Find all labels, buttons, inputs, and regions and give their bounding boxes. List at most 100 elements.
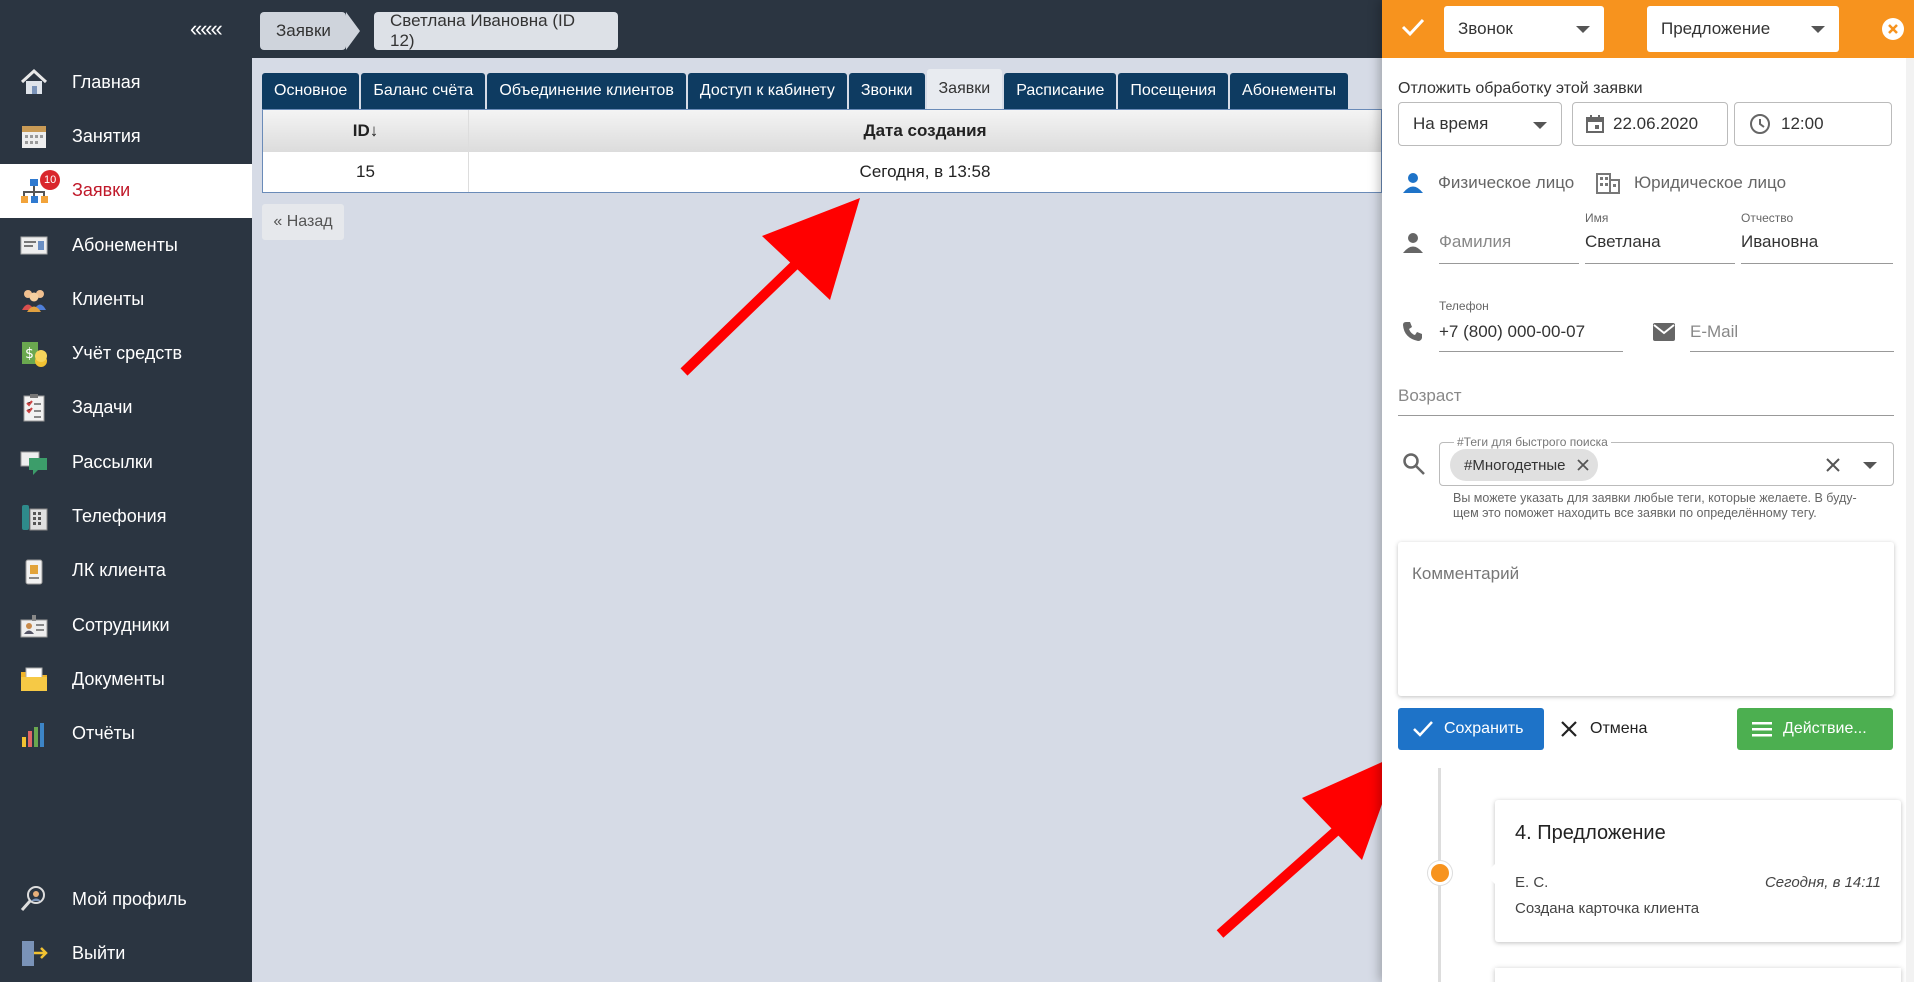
timeline-card bbox=[1495, 968, 1901, 982]
timeline-card-title: 4. Предложение bbox=[1515, 822, 1666, 844]
money-icon: $ bbox=[18, 338, 50, 370]
tab-requests[interactable]: Заявки bbox=[926, 69, 1003, 109]
patronymic-input[interactable]: Ивановна bbox=[1741, 232, 1893, 264]
chevron-down-icon bbox=[1533, 122, 1547, 129]
breadcrumb-requests[interactable]: Заявки bbox=[260, 12, 360, 50]
tab-main[interactable]: Основное bbox=[262, 73, 360, 109]
table-row[interactable]: 15 Сегодня, в 13:58 bbox=[263, 152, 1381, 192]
column-header-created[interactable]: Дата создания bbox=[469, 110, 1381, 152]
name-input[interactable]: Светлана bbox=[1585, 232, 1735, 264]
staff-icon bbox=[18, 609, 50, 641]
sidebar-item-finance[interactable]: $ Учёт средств bbox=[0, 326, 252, 380]
age-placeholder: Возраст bbox=[1398, 386, 1462, 405]
table-header: ID↓ Дата создания bbox=[263, 110, 1381, 152]
comment-textarea[interactable]: Комментарий bbox=[1398, 542, 1894, 696]
sidebar-item-logout[interactable]: Выйти bbox=[0, 926, 252, 980]
tab-cabinet-access[interactable]: Доступ к кабинету bbox=[687, 73, 847, 109]
clear-tags-icon[interactable] bbox=[1825, 457, 1841, 473]
sidebar-item-reports[interactable]: Отчёты bbox=[0, 707, 252, 761]
source-select[interactable]: Звонок bbox=[1444, 6, 1604, 52]
tab-visits[interactable]: Посещения bbox=[1118, 73, 1229, 109]
logout-icon bbox=[18, 937, 50, 969]
action-menu-button[interactable]: Действие... bbox=[1737, 708, 1893, 750]
chevron-down-icon[interactable] bbox=[1863, 462, 1877, 469]
red-arrow-annotation bbox=[680, 198, 860, 376]
email-input[interactable]: E-Mail bbox=[1690, 322, 1894, 352]
phone-icon bbox=[1402, 320, 1424, 347]
sidebar-item-label: Заявки bbox=[72, 180, 131, 201]
sidebar-item-documents[interactable]: Документы bbox=[0, 652, 252, 706]
phone-input[interactable]: +7 (800) 000-00-07 bbox=[1439, 322, 1623, 352]
back-button[interactable]: « Назад bbox=[262, 204, 344, 240]
cell-id: 15 bbox=[263, 152, 469, 192]
remove-tag-icon[interactable] bbox=[1576, 458, 1590, 472]
sidebar-item-tasks[interactable]: Задачи bbox=[0, 381, 252, 435]
sidebar-item-subscriptions[interactable]: Абонементы bbox=[0, 218, 252, 272]
save-button[interactable]: Сохранить bbox=[1398, 708, 1544, 750]
timeline-card-author: Е. С. bbox=[1515, 874, 1549, 891]
red-arrow-annotation bbox=[1216, 754, 1400, 938]
age-input[interactable]: Возраст bbox=[1398, 386, 1894, 416]
tab-schedule[interactable]: Расписание bbox=[1004, 73, 1117, 109]
person-legal-option[interactable]: Юридическое лицо bbox=[1596, 172, 1786, 194]
requests-table: ID↓ Дата создания 15 Сегодня, в 13:58 bbox=[262, 109, 1382, 193]
sidebar-bottom-nav: Мой профиль Выйти bbox=[0, 872, 252, 981]
checklist-icon bbox=[18, 392, 50, 424]
name-value: Светлана bbox=[1585, 232, 1661, 251]
time-field[interactable]: 12:00 bbox=[1734, 102, 1892, 146]
sidebar-item-label: Рассылки bbox=[72, 451, 153, 472]
close-icon bbox=[1560, 720, 1578, 738]
tag-chip[interactable]: #Многодетные bbox=[1450, 449, 1598, 481]
patronymic-value: Ивановна bbox=[1741, 232, 1819, 251]
person-legal-label: Юридическое лицо bbox=[1634, 173, 1787, 192]
sidebar-item-lessons[interactable]: Занятия bbox=[0, 109, 252, 163]
subscription-card-icon bbox=[18, 229, 50, 261]
name-label: Имя bbox=[1585, 211, 1609, 225]
breadcrumb-client: Светлана Ивановна (ID 12) bbox=[374, 11, 618, 50]
panel-scrollbar[interactable] bbox=[1906, 58, 1914, 982]
sidebar-item-clients[interactable]: Клиенты bbox=[0, 272, 252, 326]
tags-input[interactable]: #Теги для быстрого поиска #Многодетные bbox=[1439, 435, 1894, 486]
column-header-id[interactable]: ID↓ bbox=[263, 110, 469, 152]
confirm-check-icon[interactable] bbox=[1400, 14, 1426, 45]
date-field[interactable]: 22.06.2020 bbox=[1572, 102, 1728, 146]
close-icon[interactable] bbox=[1882, 18, 1904, 40]
cell-created: Сегодня, в 13:58 bbox=[859, 162, 991, 181]
timeline-dot bbox=[1428, 861, 1452, 885]
sidebar-item-staff[interactable]: Сотрудники bbox=[0, 598, 252, 652]
sidebar-item-label: Учёт средств bbox=[72, 343, 183, 364]
sidebar-item-mailings[interactable]: Рассылки bbox=[0, 435, 252, 489]
sidebar-item-label: Клиенты bbox=[72, 288, 145, 309]
timeline-card-time: Сегодня, в 14:11 bbox=[1764, 874, 1881, 891]
postpone-mode-select[interactable]: На время bbox=[1398, 102, 1562, 146]
profile-icon bbox=[18, 883, 50, 915]
sidebar-item-label: Занятия bbox=[72, 125, 141, 146]
clock-icon bbox=[1749, 113, 1771, 135]
phone-icon bbox=[18, 501, 50, 533]
sidebar: ««« Главная Занятия 10 Заявки Абонементы bbox=[0, 0, 252, 982]
tags-label: #Теги для быстрого поиска bbox=[1454, 435, 1611, 449]
sidebar-item-telephony[interactable]: Телефония bbox=[0, 489, 252, 543]
tab-balance[interactable]: Баланс счёта bbox=[361, 73, 486, 109]
check-icon bbox=[1412, 720, 1434, 738]
sidebar-item-client-cabinet[interactable]: ЛК клиента bbox=[0, 544, 252, 598]
save-button-label: Сохранить bbox=[1444, 720, 1524, 737]
tab-merge-clients[interactable]: Объединение клиентов bbox=[487, 73, 686, 109]
person-individual-option[interactable]: Физическое лицо bbox=[1402, 172, 1574, 194]
tab-subscriptions[interactable]: Абонементы bbox=[1230, 73, 1349, 109]
collapse-sidebar-button[interactable]: ««« bbox=[190, 16, 223, 42]
clients-icon bbox=[18, 283, 50, 315]
sidebar-item-profile[interactable]: Мой профиль bbox=[0, 872, 252, 926]
mailing-icon bbox=[18, 446, 50, 478]
tab-calls[interactable]: Звонки bbox=[848, 73, 925, 109]
email-placeholder: E-Mail bbox=[1690, 322, 1739, 341]
postpone-mode-value: На время bbox=[1413, 114, 1489, 133]
sidebar-item-requests[interactable]: 10 Заявки bbox=[0, 163, 252, 218]
stage-select[interactable]: Предложение bbox=[1647, 6, 1839, 52]
sidebar-item-label: Абонементы bbox=[72, 234, 178, 255]
cancel-button[interactable]: Отмена bbox=[1560, 708, 1680, 750]
building-icon bbox=[1596, 172, 1620, 194]
sidebar-item-home[interactable]: Главная bbox=[0, 55, 252, 109]
surname-input[interactable]: Фамилия bbox=[1439, 232, 1579, 264]
person-icon bbox=[1402, 232, 1424, 259]
